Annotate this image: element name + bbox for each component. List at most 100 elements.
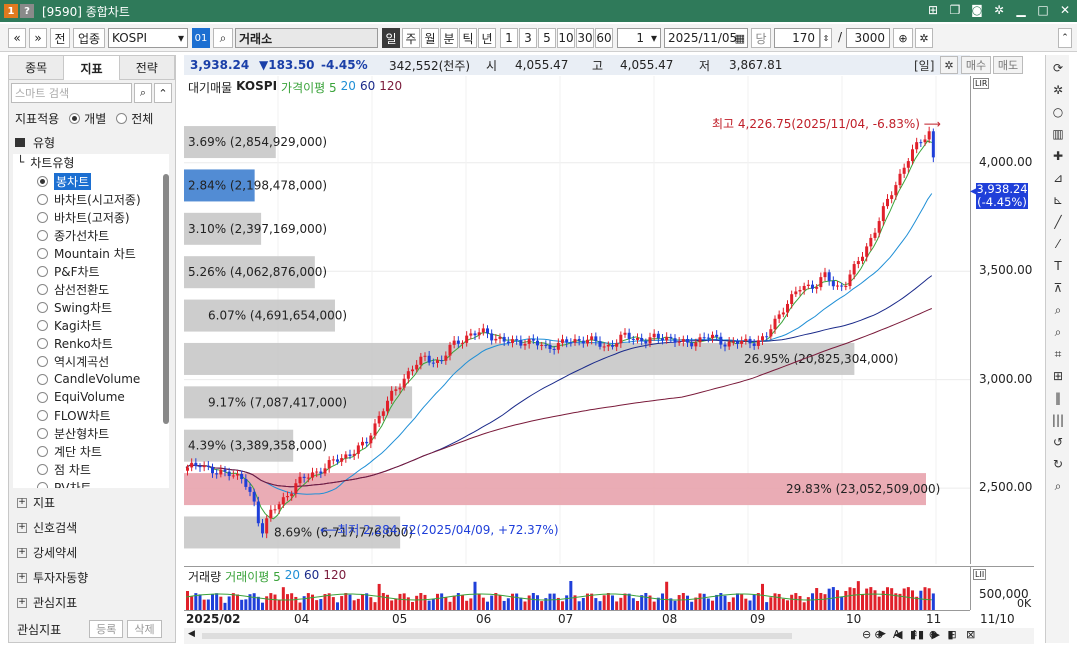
zoom2-icon[interactable]: ⌕ <box>1049 323 1067 341</box>
count-stepper[interactable]: ⇕ <box>820 28 832 48</box>
section-strength[interactable]: 강세약세 <box>33 544 77 561</box>
chart-icon[interactable]: ▥ <box>1049 125 1067 143</box>
text-icon[interactable]: T <box>1049 257 1067 275</box>
zoom-icon[interactable]: ⌕ <box>1049 301 1067 319</box>
bars2-icon[interactable]: ||| <box>1049 411 1067 429</box>
gear-icon[interactable]: ✲ <box>1049 81 1067 99</box>
chart-type-radio[interactable] <box>37 409 48 421</box>
copy-window-icon[interactable]: ❐ <box>947 2 963 18</box>
smart-search-input[interactable]: 스마트 검색 <box>11 83 132 103</box>
chart-type-radio[interactable] <box>37 229 48 241</box>
count-field[interactable]: 170 <box>774 28 820 48</box>
axis-scale-badge[interactable]: LIR <box>973 78 990 89</box>
chart-type-item[interactable]: Swing차트 <box>37 298 112 316</box>
buy-button[interactable]: 매수 <box>961 56 991 74</box>
help-badge[interactable]: ? <box>20 4 34 18</box>
date-field[interactable]: 2025/11/05 ▦ <box>664 28 748 48</box>
chart-type-radio[interactable] <box>37 175 48 187</box>
close-icon[interactable]: ✕ <box>1057 2 1073 18</box>
line2-icon[interactable]: ⊾ <box>1049 191 1067 209</box>
chart-type-radio[interactable] <box>37 445 48 457</box>
chart-type-item[interactable]: 바차트(고저종) <box>37 208 130 226</box>
zoom-in-icon[interactable]: ⊕ <box>893 28 913 48</box>
period-month-tab[interactable]: 월 <box>421 28 439 48</box>
next-symbol-button[interactable]: » <box>29 28 47 48</box>
new-window-icon[interactable]: ⊞ <box>925 2 941 18</box>
minimize-icon[interactable]: ▁ <box>1013 2 1029 18</box>
expand-icon[interactable]: ⌃ <box>154 83 172 103</box>
circle-icon[interactable]: ○ <box>1049 103 1067 121</box>
chart-type-item[interactable]: 분산형차트 <box>37 424 109 442</box>
measure-icon[interactable]: ⊞ <box>1049 367 1067 385</box>
chart-type-item[interactable]: 봉차트 <box>37 172 92 190</box>
chart-type-item[interactable]: Renko차트 <box>37 334 113 352</box>
period-week-tab[interactable]: 주 <box>402 28 420 48</box>
grid-icon[interactable]: ⌗ <box>1049 345 1067 363</box>
axis-scale-badge[interactable]: LII <box>973 569 987 580</box>
search-icon[interactable]: ⌕ <box>213 28 233 48</box>
scroll-left-icon[interactable]: ◀ <box>188 629 195 639</box>
chart-type-item[interactable]: EquiVolume <box>37 388 125 406</box>
register-button[interactable]: 등록 <box>89 620 124 638</box>
all-radio[interactable] <box>116 113 128 124</box>
chart-type-item[interactable]: 종가선차트 <box>37 226 109 244</box>
section-favorite[interactable]: 관심지표 <box>33 594 77 611</box>
scroll-track[interactable] <box>202 633 792 639</box>
search-icon[interactable]: ⌕ <box>1049 477 1067 495</box>
gear-icon[interactable]: ✲ <box>915 28 933 48</box>
code-badge[interactable]: 01 <box>192 28 210 48</box>
chart-type-item[interactable]: 계단 차트 <box>37 442 102 460</box>
current-button[interactable]: 당 <box>751 28 771 48</box>
undo-icon[interactable]: ↺ <box>1049 433 1067 451</box>
bars-icon[interactable]: ‖ <box>1049 389 1067 407</box>
delete-button[interactable]: 삭제 <box>127 620 162 638</box>
interval-select[interactable]: 1 ▾ <box>617 28 661 48</box>
volume-chart[interactable]: 거래량 거래이평 5 20 60 120 <box>184 566 970 611</box>
chart-type-item[interactable]: 점 차트 <box>37 460 91 478</box>
expand-plus-icon[interactable]: + <box>17 547 27 558</box>
line-icon[interactable]: ⊿ <box>1049 169 1067 187</box>
all-button[interactable]: 전 <box>50 28 70 48</box>
chart-type-radio[interactable] <box>37 283 48 295</box>
chart-type-radio[interactable] <box>37 211 48 223</box>
section-indicator[interactable]: 지표 <box>33 494 55 511</box>
max-count-field[interactable]: 3000 <box>846 28 890 48</box>
chart-type-radio[interactable] <box>37 373 48 385</box>
sell-button[interactable]: 매도 <box>993 56 1023 74</box>
tab-strategy[interactable]: 전략 <box>119 56 175 80</box>
gear-icon[interactable]: ✲ <box>940 56 958 74</box>
chart-type-item[interactable]: Mountain 차트 <box>37 244 136 262</box>
price-axis[interactable]: LIR 4,000.00 3,500.00 3,000.00 2,500.00 <box>970 76 1034 564</box>
chart-type-radio[interactable] <box>37 265 48 277</box>
section-investor[interactable]: 투자자동향 <box>33 569 88 586</box>
chart-type-item[interactable]: 역시계곡선 <box>37 352 109 370</box>
interval-1-button[interactable]: 1 <box>500 28 518 48</box>
industry-button[interactable]: 업종 <box>73 28 105 48</box>
tab-stock[interactable]: 종목 <box>9 56 65 80</box>
scroll-bar[interactable]: ◀ ▶ ◀ ▮▮ ▶ ▮ ⊖⊕ A ⇞ ⊕ ⊞ ⊠ <box>184 628 1034 644</box>
refresh-icon[interactable]: ⟳ <box>1049 59 1067 77</box>
expand-plus-icon[interactable]: + <box>17 597 27 608</box>
price-chart[interactable]: 3.69% (2,854,929,000) 2.84% (2,198,478,00… <box>184 76 970 564</box>
section-type-label[interactable]: 유형 <box>33 134 55 151</box>
interval-30-button[interactable]: 30 <box>576 28 594 48</box>
interval-5-button[interactable]: 5 <box>538 28 556 48</box>
chart-type-item[interactable]: 바차트(시고저종) <box>37 190 141 208</box>
section-signal[interactable]: 신호검색 <box>33 519 77 536</box>
period-tick-tab[interactable]: 틱 <box>459 28 477 48</box>
symbol-select[interactable]: KOSPI ▾ <box>108 28 188 48</box>
fib-icon[interactable]: ⊼ <box>1049 279 1067 297</box>
period-year-tab[interactable]: 년 <box>478 28 496 48</box>
chart-type-radio[interactable] <box>37 193 48 205</box>
camera-icon[interactable]: ◙ <box>969 2 985 18</box>
chart-type-item[interactable]: CandleVolume <box>37 370 140 388</box>
chart-type-item[interactable]: Kagi차트 <box>37 316 102 334</box>
settings-icon[interactable]: ✲ <box>991 2 1007 18</box>
chart-type-radio[interactable] <box>37 427 48 439</box>
redo-icon[interactable]: ↻ <box>1049 455 1067 473</box>
expand-plus-icon[interactable]: + <box>17 572 27 583</box>
tab-indicator[interactable]: 지표 <box>64 56 120 80</box>
tree-scrollbar[interactable] <box>163 174 169 424</box>
interval-60-button[interactable]: 60 <box>595 28 613 48</box>
chart-type-radio[interactable] <box>37 301 48 313</box>
